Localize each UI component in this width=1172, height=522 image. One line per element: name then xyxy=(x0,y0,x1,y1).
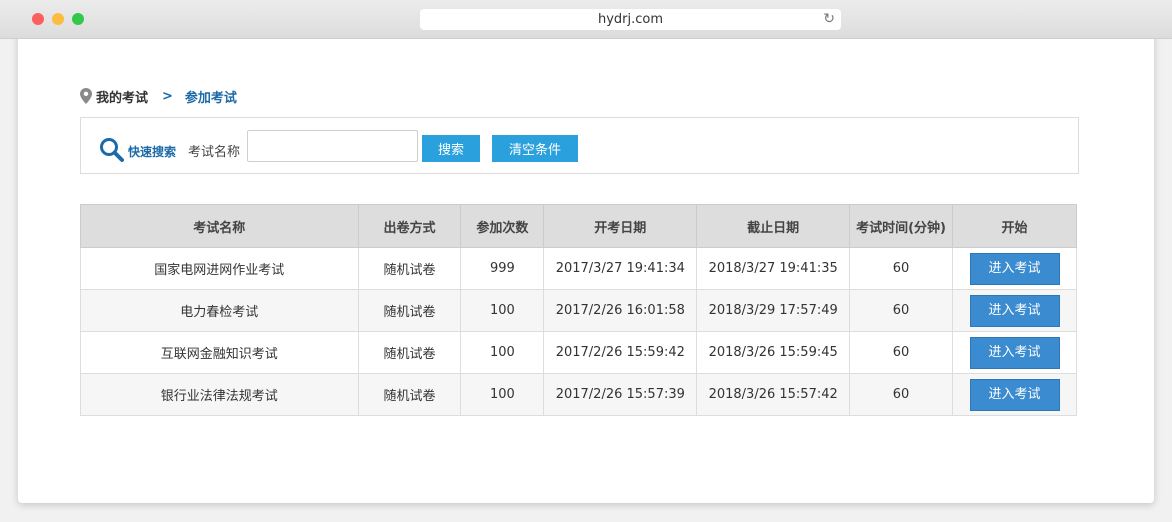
end-date-cell: 2018/3/26 15:59:45 xyxy=(696,331,851,374)
enter-exam-button[interactable]: 进入考试 xyxy=(969,252,1060,285)
breadcrumb-my-exams[interactable]: 我的考试 xyxy=(96,87,148,106)
search-icon xyxy=(100,138,124,162)
breadcrumb: 我的考试 > 参加考试 xyxy=(80,86,237,106)
maximize-window-button[interactable] xyxy=(72,13,84,25)
start-date-cell: 2017/2/26 16:01:58 xyxy=(543,289,698,332)
duration-cell: 60 xyxy=(849,373,953,416)
table-row: 国家电网进网作业考试 随机试卷 999 2017/3/27 19:41:34 2… xyxy=(80,247,1077,290)
quick-search-label: 快速搜索 xyxy=(128,145,177,159)
search-button[interactable]: 搜索 xyxy=(422,135,480,162)
duration-cell: 60 xyxy=(849,289,953,332)
end-date-cell: 2018/3/29 17:57:49 xyxy=(696,289,851,332)
paper-mode-cell: 随机试卷 xyxy=(357,247,462,290)
paper-mode-cell: 随机试卷 xyxy=(357,289,462,332)
start-date-cell: 2017/3/27 19:41:34 xyxy=(543,247,698,290)
clear-conditions-button[interactable]: 清空条件 xyxy=(492,135,578,162)
exam-name-cell: 电力春检考试 xyxy=(80,289,359,332)
browser-titlebar: hydrj.com ↻ xyxy=(0,0,1172,39)
exam-name-cell: 互联网金融知识考试 xyxy=(80,331,359,374)
paper-mode-cell: 随机试卷 xyxy=(357,331,462,374)
start-date-cell: 2017/2/26 15:57:39 xyxy=(543,373,698,416)
action-cell: 进入考试 xyxy=(952,331,1077,374)
enter-exam-button[interactable]: 进入考试 xyxy=(969,336,1060,369)
breadcrumb-separator: > xyxy=(162,88,173,104)
close-window-button[interactable] xyxy=(32,13,44,25)
column-header-exam-name: 考试名称 xyxy=(80,204,359,248)
exam-name-label: 考试名称 xyxy=(188,145,241,160)
address-bar[interactable]: hydrj.com ↻ xyxy=(420,9,841,30)
exam-name-input[interactable] xyxy=(247,130,418,162)
enter-exam-button[interactable]: 进入考试 xyxy=(969,294,1060,327)
action-cell: 进入考试 xyxy=(952,247,1077,290)
column-header-duration: 考试时间(分钟) xyxy=(849,204,953,248)
attempts-cell: 100 xyxy=(460,373,545,416)
table-row: 银行业法律法规考试 随机试卷 100 2017/2/26 15:57:39 20… xyxy=(80,373,1077,416)
exam-table: 考试名称 出卷方式 参加次数 开考日期 截止日期 考试时间(分钟) 开始 国家电… xyxy=(80,204,1077,416)
table-row: 互联网金融知识考试 随机试卷 100 2017/2/26 15:59:42 20… xyxy=(80,331,1077,374)
column-header-start-date: 开考日期 xyxy=(543,204,698,248)
search-panel: 快速搜索 考试名称 搜索 清空条件 xyxy=(80,117,1079,174)
attempts-cell: 100 xyxy=(460,331,545,374)
attempts-cell: 100 xyxy=(460,289,545,332)
end-date-cell: 2018/3/27 19:41:35 xyxy=(696,247,851,290)
location-pin-icon xyxy=(80,88,92,104)
exam-name-cell: 银行业法律法规考试 xyxy=(80,373,359,416)
end-date-cell: 2018/3/26 15:57:42 xyxy=(696,373,851,416)
column-header-start: 开始 xyxy=(952,204,1077,248)
address-text: hydrj.com xyxy=(597,12,664,27)
attempts-cell: 999 xyxy=(460,247,545,290)
exam-name-cell: 国家电网进网作业考试 xyxy=(80,247,359,290)
duration-cell: 60 xyxy=(849,247,953,290)
column-header-paper-mode: 出卷方式 xyxy=(357,204,462,248)
minimize-window-button[interactable] xyxy=(52,13,64,25)
action-cell: 进入考试 xyxy=(952,373,1077,416)
reload-icon[interactable]: ↻ xyxy=(823,9,835,30)
table-row: 电力春检考试 随机试卷 100 2017/2/26 16:01:58 2018/… xyxy=(80,289,1077,332)
breadcrumb-join-exam: 参加考试 xyxy=(184,90,237,106)
column-header-end-date: 截止日期 xyxy=(696,204,851,248)
start-date-cell: 2017/2/26 15:59:42 xyxy=(543,331,698,374)
paper-mode-cell: 随机试卷 xyxy=(357,373,462,416)
column-header-attempts: 参加次数 xyxy=(460,204,545,248)
table-header-row: 考试名称 出卷方式 参加次数 开考日期 截止日期 考试时间(分钟) 开始 xyxy=(80,204,1077,248)
action-cell: 进入考试 xyxy=(952,289,1077,332)
duration-cell: 60 xyxy=(849,331,953,374)
enter-exam-button[interactable]: 进入考试 xyxy=(969,378,1060,411)
